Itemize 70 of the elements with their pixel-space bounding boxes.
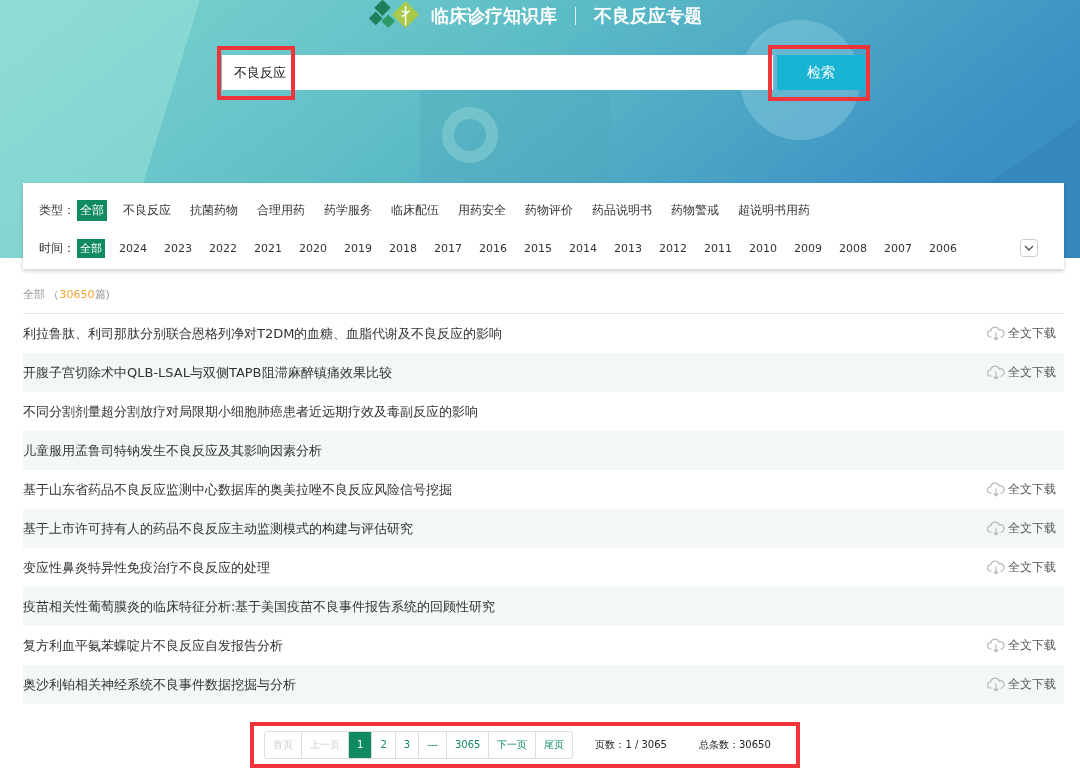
download-link[interactable]: 全文下载 xyxy=(987,520,1056,537)
page-button[interactable]: 3065 xyxy=(446,732,490,758)
cloud-download-icon xyxy=(987,482,1005,497)
search-field[interactable]: 不良反应 xyxy=(222,55,773,90)
site-title: 临床诊疗知识库 xyxy=(430,4,557,28)
filter-label: 时间： xyxy=(39,239,75,257)
filter-option[interactable]: 2013 xyxy=(611,239,645,257)
cloud-download-icon xyxy=(987,365,1005,380)
page-button[interactable]: 尾页 xyxy=(536,732,573,758)
filter-option[interactable]: 临床配伍 xyxy=(388,199,442,221)
filter-option[interactable]: 2008 xyxy=(836,239,870,257)
download-link[interactable]: 全文下载 xyxy=(987,325,1056,342)
filter-option[interactable]: 2022 xyxy=(206,239,240,257)
filter-option[interactable]: 药物评价 xyxy=(522,199,576,221)
page-button[interactable]: 3 xyxy=(395,732,420,758)
filter-option[interactable]: 2014 xyxy=(566,239,600,257)
filter-option[interactable]: 抗菌药物 xyxy=(187,199,241,221)
filter-option[interactable]: 全部 xyxy=(77,238,105,258)
cloud-download-icon xyxy=(987,560,1005,575)
page-count: 页数：1 / 3065 xyxy=(595,738,667,752)
download-link[interactable]: 全文下载 xyxy=(987,559,1056,576)
article-title[interactable]: 复方利血平氨苯蝶啶片不良反应自发报告分析 xyxy=(23,636,283,655)
download-link[interactable]: 全文下载 xyxy=(987,364,1056,381)
filter-option[interactable]: 2023 xyxy=(161,239,195,257)
article-title[interactable]: 利拉鲁肽、利司那肽分别联合恩格列净对T2DM的血糖、血脂代谢及不良反应的影响 xyxy=(23,324,503,343)
article-title[interactable]: 基于上市许可持有人的药品不良反应主动监测模式的构建与评估研究 xyxy=(23,519,413,538)
filter-option[interactable]: 药物警戒 xyxy=(668,199,722,221)
filter-option[interactable]: 2018 xyxy=(386,239,420,257)
download-link[interactable]: 全文下载 xyxy=(987,676,1056,693)
filter-option[interactable]: 2012 xyxy=(656,239,690,257)
download-link[interactable]: 全文下载 xyxy=(987,481,1056,498)
filter-option[interactable]: 2009 xyxy=(791,239,825,257)
filter-option[interactable]: 2015 xyxy=(521,239,555,257)
filter-option[interactable]: 2019 xyxy=(341,239,375,257)
article-title[interactable]: 奥沙利铂相关神经系统不良事件数据挖掘与分析 xyxy=(23,675,296,694)
filter-option[interactable]: 2007 xyxy=(881,239,915,257)
filter-option[interactable]: 2017 xyxy=(431,239,465,257)
filter-option[interactable]: 药品说明书 xyxy=(589,199,655,221)
filter-option[interactable]: 2011 xyxy=(701,239,735,257)
article-title[interactable]: 开腹子宫切除术中QLB-LSAL与双侧TAPB阻滞麻醉镇痛效果比较 xyxy=(23,363,392,382)
download-link[interactable]: 全文下载 xyxy=(987,637,1056,654)
filter-option[interactable]: 药学服务 xyxy=(321,199,375,221)
total-count: 总条数：30650 xyxy=(698,738,771,752)
cloud-download-icon xyxy=(987,638,1005,653)
filter-option[interactable]: 2021 xyxy=(251,239,285,257)
filter-option[interactable]: 2010 xyxy=(746,239,780,257)
filter-option[interactable]: 合理用药 xyxy=(254,199,308,221)
filter-option[interactable]: 全部 xyxy=(77,199,107,221)
filter-option[interactable]: 2024 xyxy=(116,239,150,257)
cloud-download-icon xyxy=(987,677,1005,692)
filter-option[interactable]: 2020 xyxy=(296,239,330,257)
cloud-download-icon xyxy=(987,326,1005,341)
topic-title: 不良反应专题 xyxy=(593,4,702,28)
filter-option[interactable]: 超说明书用药 xyxy=(735,199,813,221)
filter-option[interactable]: 2016 xyxy=(476,239,510,257)
article-title[interactable]: 变应性鼻炎特异性免疫治疗不良反应的处理 xyxy=(23,558,270,577)
page-button[interactable]: --- xyxy=(419,732,447,758)
page-button[interactable]: 下一页 xyxy=(489,732,537,758)
article-title[interactable]: 基于山东省药品不良反应监测中心数据库的奥美拉唑不良反应风险信号挖掘 xyxy=(23,480,452,499)
page-button[interactable]: 2 xyxy=(372,732,396,758)
filter-label: 类型： xyxy=(39,201,75,219)
article-title[interactable]: 儿童服用孟鲁司特钠发生不良反应及其影响因素分析 xyxy=(23,441,322,460)
page-button[interactable]: 1 xyxy=(349,732,373,758)
cloud-download-icon xyxy=(987,521,1005,536)
results-summary: 全部 （30650篇) xyxy=(23,288,110,301)
filter-option[interactable]: 不良反应 xyxy=(120,199,174,221)
filter-option[interactable]: 2006 xyxy=(926,239,960,257)
expand-icon[interactable] xyxy=(1020,239,1038,257)
article-title[interactable]: 不同分割剂量超分割放疗对局限期小细胞肺癌患者近远期疗效及毒副反应的影响 xyxy=(23,402,478,421)
filter-option[interactable]: 用药安全 xyxy=(455,199,509,221)
